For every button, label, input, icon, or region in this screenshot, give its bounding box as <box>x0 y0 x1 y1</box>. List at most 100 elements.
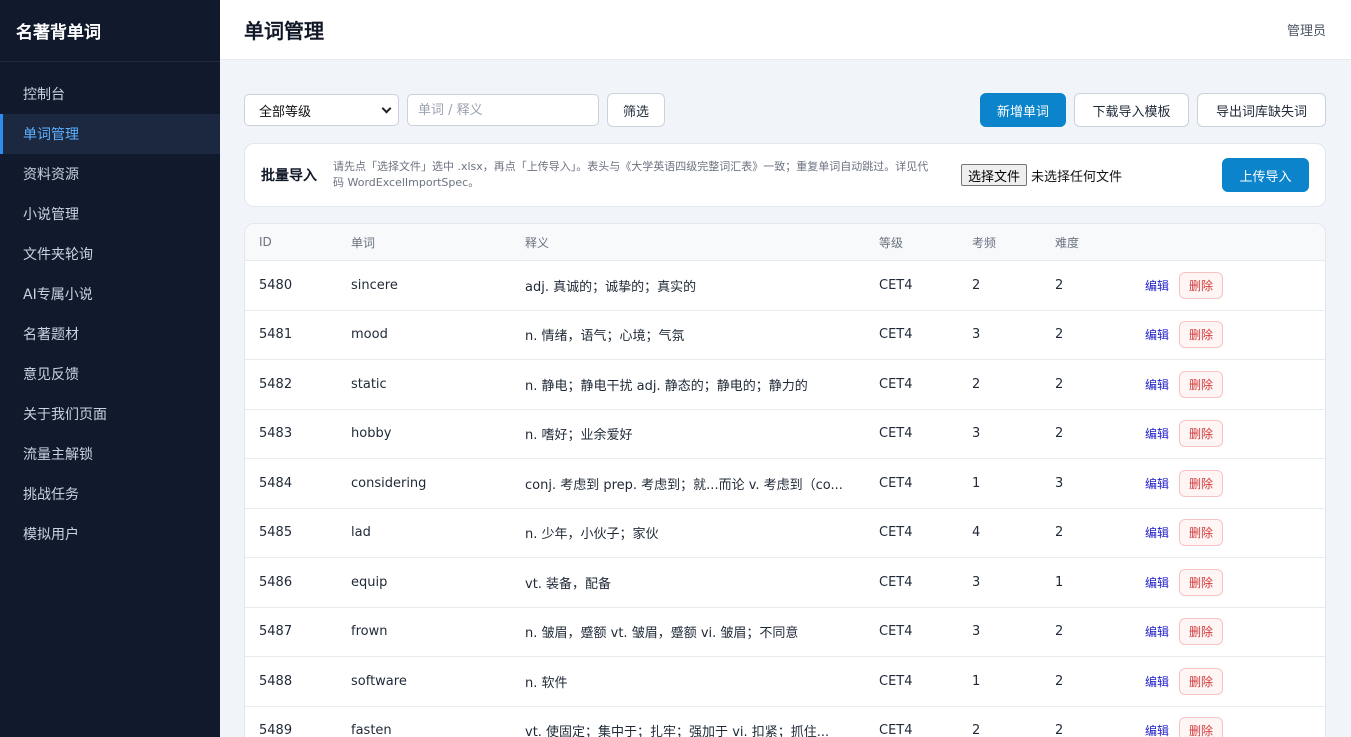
delete-button[interactable]: 删除 <box>1179 717 1224 737</box>
sidebar-item-dashboard[interactable]: 控制台 <box>0 74 220 114</box>
sidebar-item-word-management[interactable]: 单词管理 <box>0 114 220 154</box>
delete-button[interactable]: 删除 <box>1179 370 1224 398</box>
table-row: 5487 frown n. 皱眉，蹙额 vt. 皱眉，蹙额 vi. 皱眉；不同意 CE… <box>245 608 1325 657</box>
cell-meaning: n. 少年，小伙子；家伙 <box>525 527 659 543</box>
delete-button[interactable]: 删除 <box>1179 271 1224 299</box>
delete-button[interactable]: 删除 <box>1179 321 1224 349</box>
delete-button[interactable]: 删除 <box>1179 469 1224 497</box>
file-status: 未选择任何文件 <box>1031 169 1123 185</box>
table-row: 5480 sincere adj. 真诚的；诚挚的；真实的 CET4 2 2 编辑 删除 <box>245 261 1325 311</box>
cell-meaning: n. 嗜好；业余爱好 <box>525 428 633 444</box>
sidebar-nav: 控制台 单词管理 资料资源 小说管理 文件夹轮询 AI专属小说 名著题材 意见反… <box>0 62 220 554</box>
search-input[interactable] <box>407 94 599 126</box>
cell-frequency: 3 <box>972 624 981 640</box>
cell-frequency: 3 <box>972 574 981 590</box>
sidebar-item-feedback[interactable]: 意见反馈 <box>0 354 220 394</box>
table-body: 5480 sincere adj. 真诚的；诚挚的；真实的 CET4 2 2 编辑 删除 548… <box>245 261 1325 737</box>
delete-button[interactable]: 删除 <box>1179 618 1224 646</box>
cell-frequency: 2 <box>972 376 981 392</box>
add-word-button[interactable]: 新增单词 <box>980 93 1066 127</box>
sidebar-item-folder-polling[interactable]: 文件夹轮询 <box>0 234 220 274</box>
cell-id: 5484 <box>259 475 293 491</box>
column-header-id[interactable]: ID <box>245 235 337 249</box>
table-header: ID 单词 释义 等级 考频 难度 <box>245 224 1325 261</box>
table-row: 5482 static n. 静电；静电干扰 adj. 静态的；静电的；静力的 CET… <box>245 360 1325 410</box>
level-select[interactable]: 全部等级 <box>244 94 399 126</box>
sidebar-item-challenges[interactable]: 挑战任务 <box>0 474 220 514</box>
delete-button[interactable]: 删除 <box>1179 519 1224 547</box>
delete-button[interactable]: 删除 <box>1179 667 1224 695</box>
row-actions: 编辑 删除 <box>1131 271 1325 299</box>
edit-link[interactable]: 编辑 <box>1135 425 1179 442</box>
cell-frequency: 3 <box>972 327 981 343</box>
sidebar-item-resources[interactable]: 资料资源 <box>0 154 220 194</box>
cell-difficulty: 2 <box>1055 376 1064 392</box>
cell-frequency: 1 <box>972 673 981 689</box>
cell-difficulty: 2 <box>1055 327 1064 343</box>
edit-link[interactable]: 编辑 <box>1135 524 1179 541</box>
column-header-difficulty[interactable]: 难度 <box>1041 234 1131 251</box>
sidebar-item-ad-unlock[interactable]: 流量主解锁 <box>0 434 220 474</box>
cell-word: frown <box>351 624 388 640</box>
cell-word: hobby <box>351 426 392 442</box>
cell-difficulty: 2 <box>1055 673 1064 689</box>
sidebar-item-novels[interactable]: 小说管理 <box>0 194 220 234</box>
sidebar-item-about-page[interactable]: 关于我们页面 <box>0 394 220 434</box>
bulk-import-card: 批量导入 请先点「选择文件」选中 .xlsx，再点「上传导入」。表头与《大学英语… <box>244 143 1326 207</box>
delete-button[interactable]: 删除 <box>1179 568 1224 596</box>
edit-link[interactable]: 编辑 <box>1135 673 1179 690</box>
edit-link[interactable]: 编辑 <box>1135 277 1179 294</box>
sidebar-item-ai-novels[interactable]: AI专属小说 <box>0 274 220 314</box>
user-label[interactable]: 管理员 <box>1287 20 1326 39</box>
cell-meaning: vt. 使固定；集中于；扎牢；强加于 vi. 扣紧；抓住... <box>525 725 830 737</box>
upload-import-button[interactable]: 上传导入 <box>1222 158 1309 192</box>
cell-level: CET4 <box>879 426 913 442</box>
cell-frequency: 2 <box>972 723 981 737</box>
cell-difficulty: 2 <box>1055 426 1064 442</box>
column-header-word[interactable]: 单词 <box>337 234 511 251</box>
cell-level: CET4 <box>879 673 913 689</box>
cell-level: CET4 <box>879 574 913 590</box>
table-row: 5488 software n. 软件 CET4 1 2 编辑 删除 <box>245 657 1325 707</box>
cell-difficulty: 2 <box>1055 624 1064 640</box>
download-template-button[interactable]: 下载导入模板 <box>1074 93 1189 127</box>
cell-level: CET4 <box>879 327 913 343</box>
chevron-down-icon <box>381 103 392 113</box>
cell-difficulty: 3 <box>1055 475 1064 491</box>
row-actions: 编辑 删除 <box>1131 667 1325 695</box>
cell-id: 5485 <box>259 525 293 541</box>
cell-id: 5487 <box>259 624 293 640</box>
cell-word: lad <box>351 525 371 541</box>
choose-file-button[interactable]: 选择文件 <box>961 164 1028 186</box>
cell-meaning: vt. 装备，配备 <box>525 576 612 592</box>
edit-link[interactable]: 编辑 <box>1135 376 1179 393</box>
edit-link[interactable]: 编辑 <box>1135 475 1179 492</box>
cell-word: equip <box>351 574 388 590</box>
edit-link[interactable]: 编辑 <box>1135 722 1179 737</box>
column-header-level[interactable]: 等级 <box>865 234 958 251</box>
cell-frequency: 4 <box>972 525 981 541</box>
table-row: 5484 considering conj. 考虑到 prep. 考虑到；就...而… <box>245 459 1325 509</box>
sidebar-item-mock-users[interactable]: 模拟用户 <box>0 514 220 554</box>
export-missing-button[interactable]: 导出词库缺失词 <box>1197 93 1326 127</box>
cell-id: 5482 <box>259 376 293 392</box>
row-actions: 编辑 删除 <box>1131 370 1325 398</box>
word-table: ID 单词 释义 等级 考频 难度 5480 sincere adj. 真诚的；诚挚… <box>244 223 1326 737</box>
row-actions: 编辑 删除 <box>1131 519 1325 547</box>
cell-meaning: adj. 真诚的；诚挚的；真实的 <box>525 279 697 295</box>
sidebar-item-classic-themes[interactable]: 名著题材 <box>0 314 220 354</box>
table-row: 5485 lad n. 少年，小伙子；家伙 CET4 4 2 编辑 删除 <box>245 509 1325 558</box>
column-header-meaning[interactable]: 释义 <box>511 234 865 251</box>
edit-link[interactable]: 编辑 <box>1135 574 1179 591</box>
column-header-frequency[interactable]: 考频 <box>958 234 1041 251</box>
sidebar: 名著背单词 控制台 单词管理 资料资源 小说管理 文件夹轮询 AI专属小说 名著… <box>0 0 220 737</box>
cell-meaning: n. 静电；静电干扰 adj. 静态的；静电的；静力的 <box>525 378 808 394</box>
cell-id: 5489 <box>259 723 293 737</box>
delete-button[interactable]: 删除 <box>1179 420 1224 448</box>
edit-link[interactable]: 编辑 <box>1135 326 1179 343</box>
filter-button[interactable]: 筛选 <box>607 93 665 127</box>
cell-word: static <box>351 376 387 392</box>
cell-id: 5480 <box>259 277 293 293</box>
edit-link[interactable]: 编辑 <box>1135 623 1179 640</box>
import-description: 请先点「选择文件」选中 .xlsx，再点「上传导入」。表头与《大学英语四级完整词… <box>333 160 929 189</box>
